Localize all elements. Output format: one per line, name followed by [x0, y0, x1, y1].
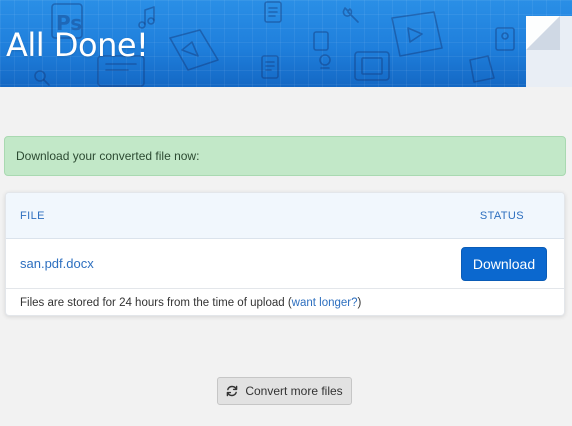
page-title: All Done!: [6, 26, 149, 64]
files-panel: FILE STATUS san.pdf.docx Download Files …: [5, 192, 565, 316]
column-header-status: STATUS: [479, 209, 524, 222]
storage-notice-text: Files are stored for 24 hours from the t…: [20, 296, 292, 309]
convert-more-button[interactable]: Convert more files: [217, 377, 352, 405]
image-file-icon: [495, 27, 515, 51]
alert-message: Download your converted file now:: [16, 149, 200, 163]
document-icon: [264, 1, 282, 23]
folded-page-icon: [526, 16, 572, 87]
file-name-link[interactable]: san.pdf.docx: [20, 256, 94, 271]
film-icon: [391, 11, 443, 57]
files-table-header: FILE STATUS: [6, 193, 564, 239]
storage-notice-end: ): [357, 296, 362, 309]
convert-more-label: Convert more files: [245, 384, 343, 398]
wrench-icon: [342, 7, 359, 23]
table-row: san.pdf.docx Download: [6, 239, 564, 289]
header-banner: Ps All Done!: [0, 0, 572, 87]
map-file-icon: [169, 29, 219, 71]
download-button[interactable]: Download: [461, 246, 547, 281]
music-note-icon: [138, 6, 155, 29]
want-longer-link[interactable]: want longer?: [292, 297, 358, 309]
storage-notice: Files are stored for 24 hours from the t…: [6, 289, 564, 315]
refresh-icon: [226, 385, 238, 397]
column-header-file: FILE: [20, 209, 45, 222]
magnifier-icon: [34, 70, 50, 86]
download-alert: Download your converted file now:: [4, 136, 566, 176]
